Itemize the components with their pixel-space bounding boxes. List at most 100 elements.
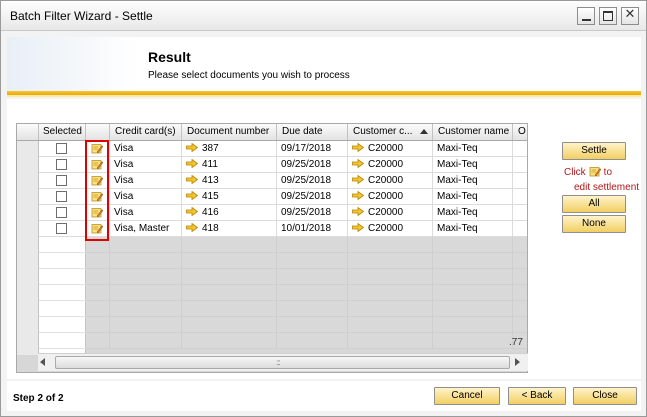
empty-cell <box>110 285 182 300</box>
customer-link-arrow-icon[interactable] <box>352 175 364 184</box>
row-select-checkbox[interactable] <box>56 175 67 186</box>
back-button[interactable]: < Back <box>508 387 566 405</box>
hint-suffix: to <box>603 167 613 178</box>
step-indicator: Step 2 of 2 <box>13 393 64 404</box>
customer-code-text: C20000 <box>368 175 404 186</box>
row-select-checkbox[interactable] <box>56 223 67 234</box>
maximize-button[interactable] <box>599 7 617 25</box>
minimize-button[interactable] <box>577 7 595 25</box>
selected-cell <box>39 333 86 349</box>
customer-name-cell: Maxi-Teq <box>433 173 513 188</box>
customer-link-arrow-icon[interactable] <box>352 223 364 232</box>
col-header-due-date[interactable]: Due date <box>277 124 348 140</box>
document-number-cell[interactable]: 418 <box>182 221 277 236</box>
customer-link-arrow-icon[interactable] <box>352 159 364 168</box>
customer-code-cell[interactable]: C20000 <box>348 205 433 220</box>
empty-cell <box>182 237 277 252</box>
document-number-cell[interactable]: 387 <box>182 141 277 156</box>
selected-cell[interactable] <box>39 141 86 157</box>
column-total-partial: .77 <box>509 337 523 348</box>
col-header-customer-name[interactable]: Customer name <box>433 124 513 140</box>
customer-code-cell[interactable]: C20000 <box>348 157 433 172</box>
credit-cards-cell: Visa <box>110 141 182 156</box>
col-header-credit-cards[interactable]: Credit card(s) <box>110 124 182 140</box>
empty-cell <box>433 301 513 316</box>
customer-code-cell[interactable]: C20000 <box>348 189 433 204</box>
cancel-button[interactable]: Cancel <box>434 387 500 405</box>
document-link-arrow-icon[interactable] <box>186 143 198 152</box>
empty-table-row <box>86 269 527 285</box>
empty-cell <box>348 237 433 252</box>
selected-cell[interactable] <box>39 173 86 189</box>
document-link-arrow-icon[interactable] <box>186 223 198 232</box>
select-all-button[interactable]: All <box>562 195 626 213</box>
document-link-arrow-icon[interactable] <box>186 207 198 216</box>
maximize-icon <box>603 11 613 21</box>
col-header-selected[interactable]: Selected <box>39 124 86 140</box>
row-select-checkbox[interactable] <box>56 191 67 202</box>
row-header-column <box>17 141 39 355</box>
table-row[interactable]: Visa 411 09/25/2018 C20000 Maxi-Teq <box>86 157 527 173</box>
selected-cell <box>39 269 86 285</box>
document-link-arrow-icon[interactable] <box>186 159 198 168</box>
selected-cell <box>39 285 86 301</box>
table-row[interactable]: Visa 387 09/17/2018 C20000 Maxi-Teq <box>86 141 527 157</box>
close-window-button[interactable]: ✕ <box>621 7 639 25</box>
col-header-o[interactable]: O <box>513 124 527 140</box>
due-date-cell: 09/25/2018 <box>277 173 348 188</box>
customer-code-cell[interactable]: C20000 <box>348 221 433 236</box>
selected-cell[interactable] <box>39 189 86 205</box>
empty-cell <box>348 301 433 316</box>
row-select-checkbox[interactable] <box>56 143 67 154</box>
empty-cell <box>110 317 182 332</box>
row-select-checkbox[interactable] <box>56 207 67 218</box>
credit-cards-cell: Visa, Master <box>110 221 182 236</box>
o-cell <box>513 189 527 204</box>
customer-link-arrow-icon[interactable] <box>352 191 364 200</box>
table-row[interactable]: Visa 415 09/25/2018 C20000 Maxi-Teq <box>86 189 527 205</box>
customer-code-cell[interactable]: C20000 <box>348 173 433 188</box>
table-row[interactable]: Visa 413 09/25/2018 C20000 Maxi-Teq <box>86 173 527 189</box>
empty-cell <box>182 301 277 316</box>
o-cell <box>513 205 527 220</box>
empty-cell <box>348 269 433 284</box>
empty-cell <box>277 285 348 300</box>
close-button[interactable]: Close <box>573 387 637 405</box>
customer-link-arrow-icon[interactable] <box>352 143 364 152</box>
customer-link-arrow-icon[interactable] <box>352 207 364 216</box>
selected-cell[interactable] <box>39 221 86 237</box>
scroll-right-icon[interactable] <box>515 358 520 366</box>
table-row[interactable]: Visa 416 09/25/2018 C20000 Maxi-Teq <box>86 205 527 221</box>
document-number-cell[interactable]: 415 <box>182 189 277 204</box>
empty-cell <box>348 285 433 300</box>
scrollbar-thumb[interactable]: ::: <box>55 356 510 369</box>
grid-header: Selected Credit card(s) Document number … <box>17 124 527 141</box>
horizontal-scrollbar[interactable]: ::: <box>38 353 528 371</box>
document-number-text: 387 <box>202 143 219 154</box>
document-link-arrow-icon[interactable] <box>186 191 198 200</box>
empty-cell <box>182 285 277 300</box>
close-icon: ✕ <box>624 7 636 22</box>
col-header-customer-code[interactable]: Customer c... <box>348 124 433 140</box>
customer-code-cell[interactable]: C20000 <box>348 141 433 156</box>
selected-cell[interactable] <box>39 157 86 173</box>
document-number-cell[interactable]: 411 <box>182 157 277 172</box>
settle-button[interactable]: Settle <box>562 142 626 160</box>
customer-name-cell: Maxi-Teq <box>433 221 513 236</box>
document-number-cell[interactable]: 416 <box>182 205 277 220</box>
row-select-checkbox[interactable] <box>56 159 67 170</box>
customer-code-text: C20000 <box>368 143 404 154</box>
empty-cell <box>277 269 348 284</box>
window-title: Batch Filter Wizard - Settle <box>10 9 153 23</box>
selected-cell[interactable] <box>39 205 86 221</box>
col-header-document-number[interactable]: Document number <box>182 124 277 140</box>
document-number-cell[interactable]: 413 <box>182 173 277 188</box>
col-header-edit[interactable] <box>86 124 110 140</box>
scroll-left-icon[interactable] <box>40 358 45 366</box>
customer-code-text: C20000 <box>368 207 404 218</box>
title-bar[interactable]: Batch Filter Wizard - Settle ✕ <box>1 1 646 31</box>
customer-code-text: C20000 <box>368 159 404 170</box>
table-row[interactable]: Visa, Master 418 10/01/2018 C20000 Maxi-Teq <box>86 221 527 237</box>
document-link-arrow-icon[interactable] <box>186 175 198 184</box>
select-none-button[interactable]: None <box>562 215 626 233</box>
